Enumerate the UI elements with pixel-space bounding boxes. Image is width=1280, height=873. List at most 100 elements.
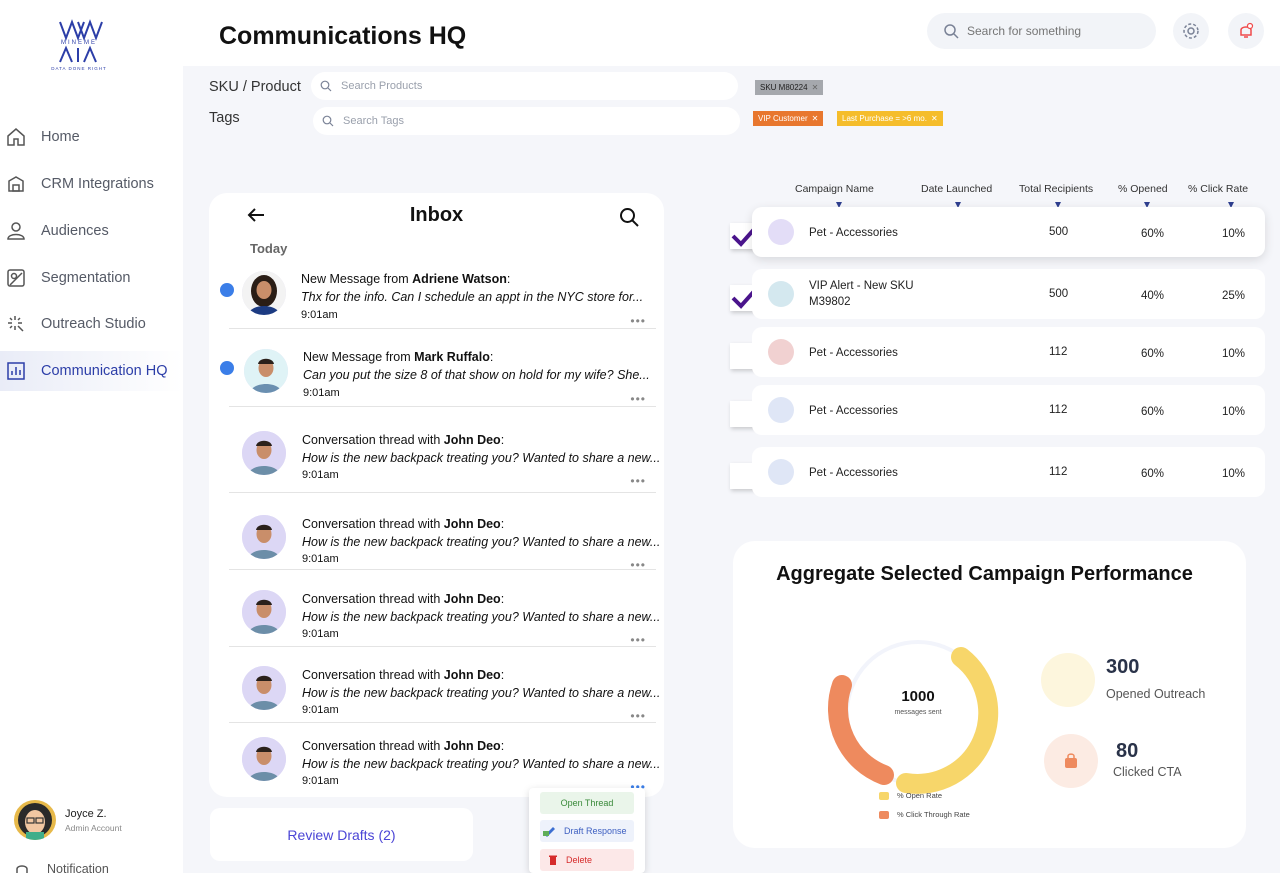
col-header-campaign-name[interactable]: Campaign Name	[795, 183, 874, 195]
open-thread-menu-item[interactable]: Open Thread	[540, 792, 634, 814]
search-icon	[320, 80, 332, 92]
search-icon[interactable]	[619, 207, 639, 227]
total-recipients: 112	[1049, 346, 1068, 358]
inbox-panel: Inbox Today New Message from Adriene Wat…	[209, 193, 664, 797]
message-item[interactable]: Conversation thread with John Deo: How is…	[209, 652, 664, 730]
delete-menu-item[interactable]: Delete	[540, 849, 634, 871]
review-drafts-button[interactable]: Review Drafts (2)	[210, 808, 473, 861]
more-options-icon[interactable]: •••	[630, 633, 646, 647]
tags-search-field[interactable]: Search Tags	[313, 107, 740, 135]
person-avatar-icon	[242, 737, 286, 781]
sidebar-item-crm[interactable]: CRM Integrations	[0, 164, 183, 204]
user-role: Admin Account	[65, 823, 122, 833]
campaign-name: Pet - Accessories	[809, 227, 898, 239]
campaign-row[interactable]: Pet - Accessories 500 60% 10%	[752, 207, 1265, 257]
remove-icon[interactable]: ✕	[931, 114, 938, 123]
notifications-button[interactable]	[1228, 13, 1264, 49]
global-search[interactable]	[927, 13, 1156, 49]
opened-value: 300	[1106, 656, 1140, 678]
draft-response-menu-item[interactable]: Draft Response	[540, 820, 634, 842]
tag-chip-last-purchase[interactable]: Last Purchase = >6 mo. ✕	[837, 111, 943, 126]
avatar	[242, 515, 286, 559]
campaign-color-dot	[768, 397, 794, 423]
campaign-row[interactable]: Pet - Accessories 112 60% 10%	[752, 385, 1265, 435]
clicked-stat-circle	[1044, 734, 1098, 788]
campaign-name: Pet - Accessories	[809, 405, 898, 417]
sidebar-item-home[interactable]: Home	[0, 117, 183, 157]
campaign-row[interactable]: VIP Alert - New SKU M39802 500 40% 25%	[752, 269, 1265, 319]
col-header-date-launched[interactable]: Date Launched	[921, 183, 992, 195]
logo-tagline: DATA DONE RIGHT	[51, 66, 107, 71]
message-divider	[229, 569, 656, 570]
sku-label: SKU / Product	[209, 79, 301, 95]
campaign-row[interactable]: Pet - Accessories 112 60% 10%	[752, 447, 1265, 497]
home-icon	[7, 128, 25, 146]
more-options-icon[interactable]: •••	[630, 392, 646, 406]
col-header-total-recipients[interactable]: Total Recipients	[1019, 183, 1093, 195]
tag-chip-vip[interactable]: VIP Customer ✕	[753, 111, 824, 126]
opened-label: Opened Outreach	[1106, 687, 1206, 701]
sidebar-item-segmentation[interactable]: Segmentation	[0, 258, 183, 298]
user-name: Joyce Z.	[65, 808, 107, 820]
user-icon	[7, 222, 25, 240]
percent-opened: 60%	[1141, 228, 1165, 240]
legend-click-rate: % Click Through Rate	[879, 810, 970, 819]
chip-label: VIP Customer	[758, 114, 808, 123]
unread-dot	[220, 283, 234, 297]
message-item[interactable]: Conversation thread with John Deo: How is…	[209, 576, 664, 654]
sidebar-item-label: Audiences	[41, 223, 109, 239]
avatar	[242, 431, 286, 475]
remove-icon[interactable]: ✕	[812, 83, 819, 92]
more-options-icon[interactable]: •••	[630, 314, 646, 328]
click-rate: 10%	[1222, 406, 1246, 418]
message-item[interactable]: New Message from Mark Ruffalo: Can you pu…	[209, 339, 664, 417]
notification-label: Notification	[47, 862, 109, 873]
user-profile[interactable]: Joyce Z. Admin Account	[14, 800, 174, 840]
message-title: New Message from Adriene Watson:	[301, 272, 511, 286]
message-title: Conversation thread with John Deo:	[302, 517, 505, 531]
search-icon	[322, 115, 334, 127]
col-header-opened[interactable]: % Opened	[1118, 183, 1168, 195]
more-options-icon[interactable]: •••	[630, 474, 646, 488]
tags-label: Tags	[209, 110, 240, 126]
message-time: 9:01am	[302, 553, 339, 565]
avatar	[242, 666, 286, 710]
remove-icon[interactable]: ✕	[812, 114, 819, 123]
col-header-click-rate[interactable]: % Click Rate	[1188, 183, 1248, 195]
message-item[interactable]: Conversation thread with John Deo: How is…	[209, 417, 664, 495]
sidebar-item-label: Communication HQ	[41, 363, 168, 379]
person-avatar-icon	[242, 515, 286, 559]
click-rate: 10%	[1222, 228, 1246, 240]
brand-logo[interactable]: MINEME DATA DONE RIGHT	[44, 18, 114, 74]
message-item[interactable]: Conversation thread with John Deo: How is…	[209, 501, 664, 579]
message-divider	[229, 646, 656, 647]
message-item[interactable]: Conversation thread with John Deo: How is…	[209, 723, 664, 797]
message-title: Conversation thread with John Deo:	[302, 739, 505, 753]
segmentation-icon	[7, 269, 25, 287]
person-avatar-icon	[242, 271, 286, 315]
opened-stat-circle	[1041, 653, 1095, 707]
person-avatar-icon	[242, 431, 286, 475]
avatar	[242, 590, 286, 634]
message-title: Conversation thread with John Deo:	[302, 433, 505, 447]
sidebar-item-outreach-studio[interactable]: Outreach Studio	[0, 304, 183, 344]
message-item[interactable]: New Message from Adriene Watson: Thx for …	[209, 261, 664, 339]
user-avatar-icon	[18, 803, 52, 840]
sidebar-item-audiences[interactable]: Audiences	[0, 211, 183, 251]
percent-opened: 40%	[1141, 290, 1165, 302]
avatar	[244, 349, 288, 393]
sidebar-item-communication-hq[interactable]: Communication HQ	[0, 351, 183, 391]
message-preview: How is the new backpack treating you? Wa…	[302, 451, 661, 465]
chip-label: SKU M80224	[760, 83, 808, 92]
settings-button[interactable]	[1173, 13, 1209, 49]
legend-swatch	[879, 810, 889, 819]
sku-search-field[interactable]: Search Products	[311, 72, 738, 100]
bell-icon	[1240, 22, 1254, 38]
sidebar-item-notification[interactable]: Notification	[0, 858, 183, 873]
search-input[interactable]	[967, 24, 1137, 38]
sku-chip[interactable]: SKU M80224 ✕	[755, 80, 824, 95]
search-icon	[944, 24, 959, 39]
campaign-row[interactable]: Pet - Accessories 112 60% 10%	[752, 327, 1265, 377]
more-options-icon[interactable]: •••	[630, 709, 646, 723]
chart-icon	[7, 362, 25, 380]
